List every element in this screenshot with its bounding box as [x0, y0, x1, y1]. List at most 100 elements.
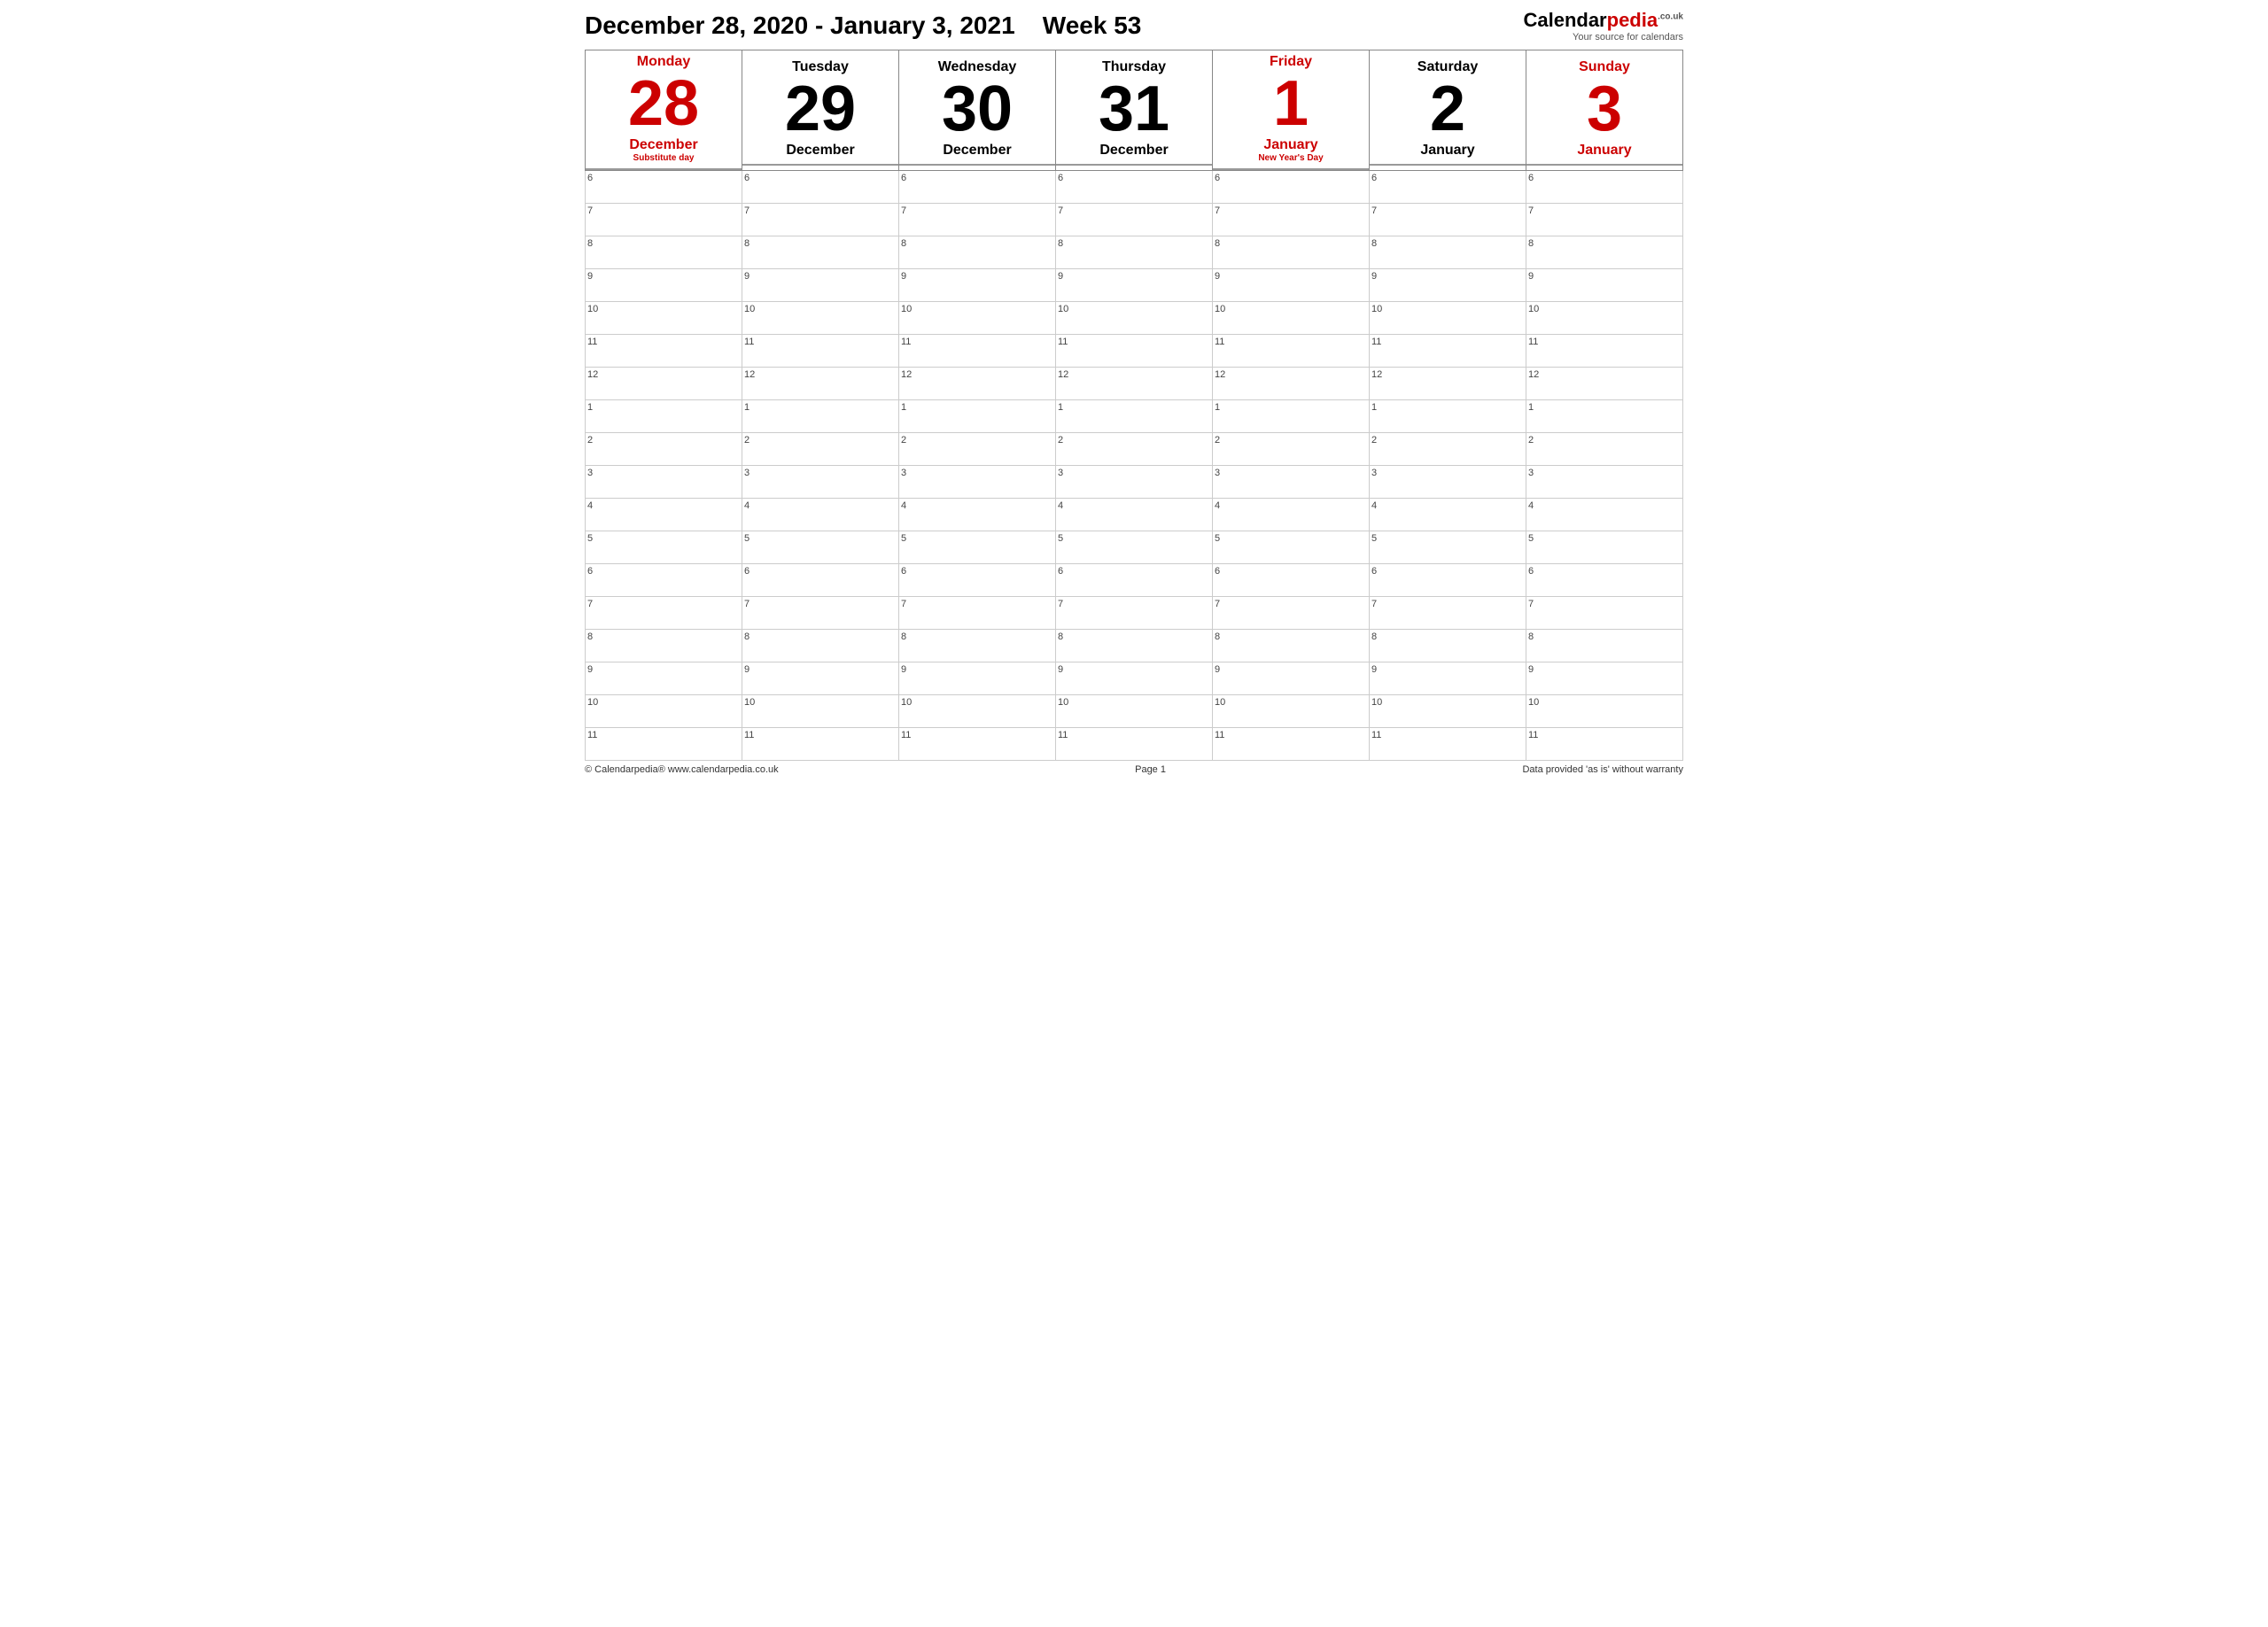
cell-wednesday-16[interactable]: 10 — [899, 695, 1056, 728]
cell-wednesday-14[interactable]: 8 — [899, 630, 1056, 662]
cell-content-7-1[interactable] — [755, 400, 898, 432]
cell-sunday-0[interactable]: 6 — [1526, 171, 1683, 204]
cell-monday-0[interactable]: 6 — [586, 171, 742, 204]
cell-content-4-6[interactable] — [1541, 302, 1682, 334]
cell-content-15-6[interactable] — [1539, 662, 1682, 694]
cell-monday-10[interactable]: 4 — [586, 499, 742, 531]
cell-wednesday-2[interactable]: 8 — [899, 236, 1056, 269]
cell-content-0-6[interactable] — [1539, 171, 1682, 203]
cell-content-15-4[interactable] — [1225, 662, 1369, 694]
cell-saturday-4[interactable]: 10 — [1370, 302, 1526, 335]
cell-friday-13[interactable]: 7 — [1213, 597, 1370, 630]
cell-content-1-0[interactable] — [598, 204, 742, 236]
cell-sunday-2[interactable]: 8 — [1526, 236, 1683, 269]
cell-content-6-4[interactable] — [1227, 368, 1369, 399]
cell-content-8-2[interactable] — [912, 433, 1055, 465]
cell-wednesday-7[interactable]: 1 — [899, 400, 1056, 433]
cell-friday-7[interactable]: 1 — [1213, 400, 1370, 433]
cell-wednesday-17[interactable]: 11 — [899, 728, 1056, 761]
cell-friday-14[interactable]: 8 — [1213, 630, 1370, 662]
cell-content-11-6[interactable] — [1539, 531, 1682, 563]
cell-content-14-6[interactable] — [1539, 630, 1682, 662]
cell-saturday-0[interactable]: 6 — [1370, 171, 1526, 204]
cell-content-8-3[interactable] — [1068, 433, 1212, 465]
cell-wednesday-4[interactable]: 10 — [899, 302, 1056, 335]
cell-content-15-5[interactable] — [1382, 662, 1526, 694]
cell-saturday-5[interactable]: 11 — [1370, 335, 1526, 368]
cell-thursday-17[interactable]: 11 — [1056, 728, 1213, 761]
cell-sunday-13[interactable]: 7 — [1526, 597, 1683, 630]
cell-saturday-9[interactable]: 3 — [1370, 466, 1526, 499]
cell-content-4-3[interactable] — [1070, 302, 1212, 334]
cell-sunday-7[interactable]: 1 — [1526, 400, 1683, 433]
cell-content-2-0[interactable] — [598, 236, 742, 268]
cell-content-12-3[interactable] — [1068, 564, 1212, 596]
cell-content-5-2[interactable] — [913, 335, 1055, 367]
cell-wednesday-13[interactable]: 7 — [899, 597, 1056, 630]
cell-thursday-7[interactable]: 1 — [1056, 400, 1213, 433]
cell-thursday-1[interactable]: 7 — [1056, 204, 1213, 236]
cell-wednesday-11[interactable]: 5 — [899, 531, 1056, 564]
cell-content-6-2[interactable] — [913, 368, 1055, 399]
cell-content-2-5[interactable] — [1382, 236, 1526, 268]
cell-content-15-0[interactable] — [598, 662, 742, 694]
cell-content-9-5[interactable] — [1382, 466, 1526, 498]
cell-sunday-6[interactable]: 12 — [1526, 368, 1683, 400]
cell-content-17-5[interactable] — [1383, 728, 1526, 760]
cell-wednesday-10[interactable]: 4 — [899, 499, 1056, 531]
cell-content-6-0[interactable] — [600, 368, 742, 399]
cell-content-16-5[interactable] — [1384, 695, 1526, 727]
cell-saturday-13[interactable]: 7 — [1370, 597, 1526, 630]
cell-content-6-5[interactable] — [1384, 368, 1526, 399]
cell-content-11-3[interactable] — [1068, 531, 1212, 563]
cell-content-7-5[interactable] — [1382, 400, 1526, 432]
cell-thursday-13[interactable]: 7 — [1056, 597, 1213, 630]
cell-content-0-3[interactable] — [1068, 171, 1212, 203]
cell-saturday-15[interactable]: 9 — [1370, 662, 1526, 695]
cell-friday-2[interactable]: 8 — [1213, 236, 1370, 269]
cell-wednesday-1[interactable]: 7 — [899, 204, 1056, 236]
cell-content-13-1[interactable] — [755, 597, 898, 629]
cell-thursday-3[interactable]: 9 — [1056, 269, 1213, 302]
cell-content-14-2[interactable] — [912, 630, 1055, 662]
cell-tuesday-9[interactable]: 3 — [742, 466, 899, 499]
cell-content-0-4[interactable] — [1225, 171, 1369, 203]
cell-thursday-10[interactable]: 4 — [1056, 499, 1213, 531]
cell-content-16-1[interactable] — [757, 695, 898, 727]
cell-content-12-0[interactable] — [598, 564, 742, 596]
cell-tuesday-12[interactable]: 6 — [742, 564, 899, 597]
cell-content-3-3[interactable] — [1068, 269, 1212, 301]
cell-tuesday-4[interactable]: 10 — [742, 302, 899, 335]
cell-monday-4[interactable]: 10 — [586, 302, 742, 335]
cell-friday-4[interactable]: 10 — [1213, 302, 1370, 335]
cell-wednesday-12[interactable]: 6 — [899, 564, 1056, 597]
cell-content-2-3[interactable] — [1068, 236, 1212, 268]
cell-tuesday-8[interactable]: 2 — [742, 433, 899, 466]
cell-content-17-0[interactable] — [599, 728, 742, 760]
cell-wednesday-8[interactable]: 2 — [899, 433, 1056, 466]
cell-content-4-1[interactable] — [757, 302, 898, 334]
cell-content-17-3[interactable] — [1069, 728, 1212, 760]
cell-monday-14[interactable]: 8 — [586, 630, 742, 662]
cell-sunday-3[interactable]: 9 — [1526, 269, 1683, 302]
cell-tuesday-5[interactable]: 11 — [742, 335, 899, 368]
cell-content-5-3[interactable] — [1069, 335, 1212, 367]
cell-content-2-2[interactable] — [912, 236, 1055, 268]
cell-content-14-5[interactable] — [1382, 630, 1526, 662]
cell-friday-0[interactable]: 6 — [1213, 171, 1370, 204]
cell-saturday-7[interactable]: 1 — [1370, 400, 1526, 433]
cell-content-5-5[interactable] — [1383, 335, 1526, 367]
cell-sunday-17[interactable]: 11 — [1526, 728, 1683, 761]
cell-tuesday-17[interactable]: 11 — [742, 728, 899, 761]
cell-tuesday-10[interactable]: 4 — [742, 499, 899, 531]
cell-tuesday-3[interactable]: 9 — [742, 269, 899, 302]
cell-content-3-5[interactable] — [1382, 269, 1526, 301]
cell-thursday-4[interactable]: 10 — [1056, 302, 1213, 335]
cell-content-3-4[interactable] — [1225, 269, 1369, 301]
cell-content-7-4[interactable] — [1225, 400, 1369, 432]
cell-thursday-0[interactable]: 6 — [1056, 171, 1213, 204]
cell-monday-13[interactable]: 7 — [586, 597, 742, 630]
cell-content-9-1[interactable] — [755, 466, 898, 498]
cell-content-17-2[interactable] — [913, 728, 1055, 760]
cell-monday-3[interactable]: 9 — [586, 269, 742, 302]
